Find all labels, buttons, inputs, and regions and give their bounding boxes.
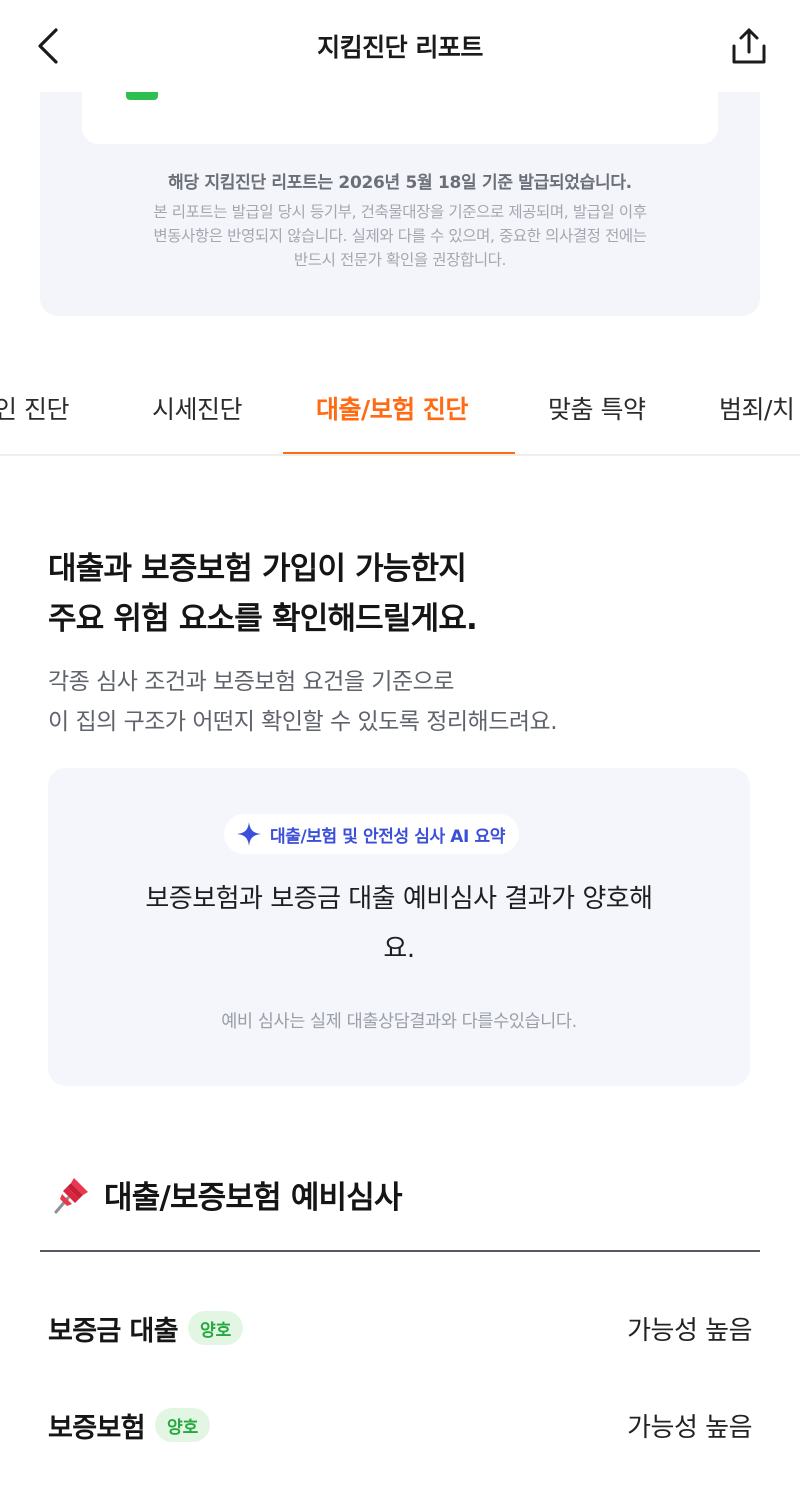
row-value: 가능성 높음 [627,1412,752,1443]
tab-ownership[interactable]: 인 진단 [0,390,69,426]
app-header: 지킴진단 리포트 [0,0,800,92]
section-title: 대출/보증보험 예비심사 [104,1180,403,1216]
intro-desc-line: 각종 심사 조건과 보증보험 요건을 기준으로 [48,669,454,695]
intro-desc-line: 이 집의 구조가 어떤지 확인할 수 있도록 정리해드려요. [48,709,558,735]
row-label: 보증금 대출 [48,1315,179,1347]
tab-crime[interactable]: 범죄/치 [719,390,795,426]
ai-summary-chip: 대출/보험 및 안전성 심사 AI 요약 [224,814,519,854]
section-intro-description: 각종 심사 조건과 보증보험 요건을 기준으로 이 집의 구조가 어떤지 확인할… [48,662,558,742]
share-button[interactable] [728,24,770,68]
disclaimer-line: 본 리포트는 발급일 당시 등기부, 건축물대장을 기준으로 제공되며, 발급일… [153,203,647,221]
active-tab-indicator [283,452,515,454]
prescreen-row-guarantee-insurance: 보증보험 양호 가능성 높음 [48,1400,752,1450]
pushpin-icon [54,1177,88,1213]
status-indicator [126,92,158,100]
row-label: 보증보험 [48,1412,146,1444]
section-divider [40,1250,760,1252]
sparkle-icon [237,822,261,846]
row-left: 보증금 대출 양호 [48,1309,244,1348]
disclaimer-text: 본 리포트는 발급일 당시 등기부, 건축물대장을 기준으로 제공되며, 발급일… [80,200,720,272]
status-badge: 양호 [188,1311,244,1345]
status-badge: 양호 [154,1408,211,1442]
share-icon [732,28,766,64]
ai-summary-card: 대출/보험 및 안전성 심사 AI 요약 보증보험과 보증금 대출 예비심사 결… [48,768,750,1086]
report-tabs: 인 진단 시세진단 대출/보험 진단 맞춤 특약 범죄/치 [0,360,800,456]
prescreen-row-deposit-loan: 보증금 대출 양호 가능성 높음 [48,1303,752,1353]
section-intro-title: 대출과 보증보험 가입이 가능한지 주요 위험 요소를 확인해드릴게요. [48,544,478,644]
issue-date-notice: 해당 지킴진단 리포트는 2026년 5월 18일 기준 발급되었습니다. [168,173,632,193]
report-summary-card [82,92,718,144]
row-value: 가능성 높음 [627,1315,752,1346]
tab-price[interactable]: 시세진단 [152,390,243,426]
disclaimer-line: 반드시 전문가 확인을 권장합니다. [293,251,507,269]
ai-chip-label: 대출/보험 및 안전성 심사 AI 요약 [270,826,505,847]
ai-summary-line: 요. [383,934,415,964]
row-left: 보증보험 양호 [48,1406,211,1445]
intro-title-line: 대출과 보증보험 가입이 가능한지 [48,551,467,587]
prescreening-section-header: 대출/보증보험 예비심사 [50,1172,403,1217]
page-title: 지킴진단 리포트 [317,33,483,62]
intro-title-line: 주요 위험 요소를 확인해드릴게요. [48,601,478,637]
ai-summary-line: 보증보험과 보증금 대출 예비심사 결과가 양호해 [145,884,653,914]
tab-loan-insurance[interactable]: 대출/보험 진단 [316,390,468,426]
disclaimer-line: 변동사항은 반영되지 않습니다. 실제와 다를 수 있으며, 중요한 의사결정 … [153,227,647,245]
ai-summary-note: 예비 심사는 실제 대출상담결과와 다를수있습니다. [221,1012,577,1032]
tab-custom-clauses[interactable]: 맞춤 특약 [548,390,646,426]
ai-summary-text: 보증보험과 보증금 대출 예비심사 결과가 양호해 요. [88,874,710,974]
report-notice-box: 해당 지킴진단 리포트는 2026년 5월 18일 기준 발급되었습니다. 본 … [40,92,760,316]
